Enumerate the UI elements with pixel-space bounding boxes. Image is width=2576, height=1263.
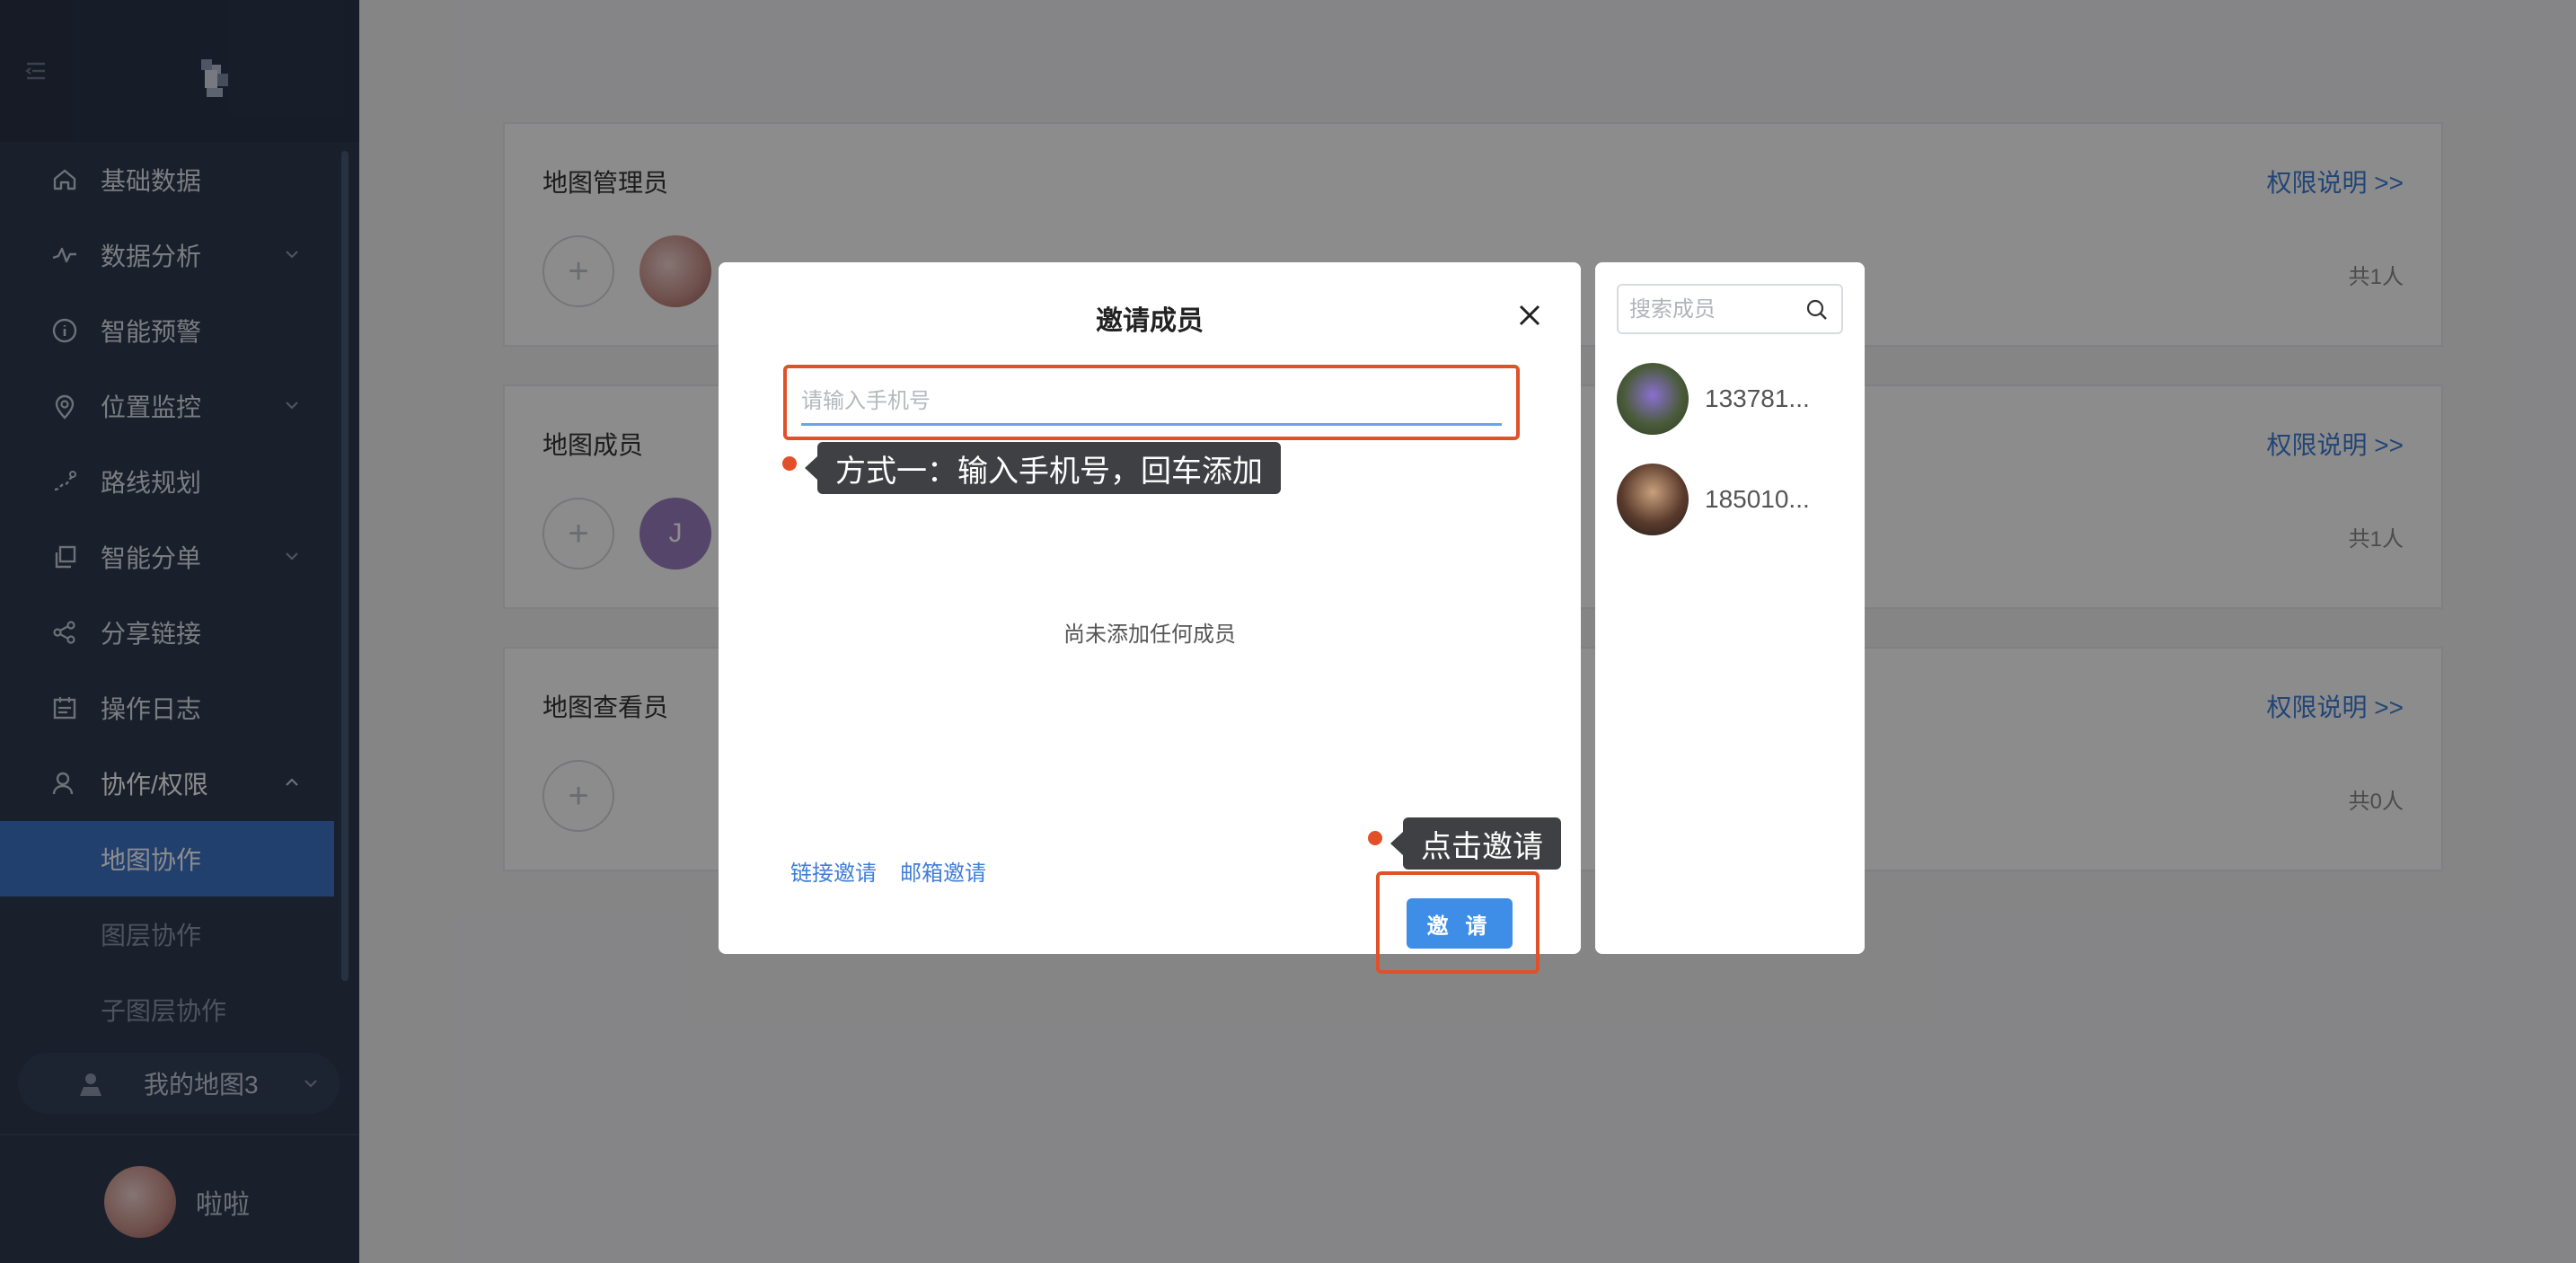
- member-search: [1617, 284, 1843, 334]
- search-icon[interactable]: [1805, 298, 1829, 322]
- phone-input[interactable]: [801, 379, 1502, 426]
- invite-button-highlight: 邀 请: [1376, 871, 1539, 974]
- avatar: [1617, 464, 1689, 535]
- tip-dot: [782, 456, 797, 471]
- invite-button[interactable]: 邀 请: [1407, 898, 1513, 949]
- dialog-title: 邀请成员: [1096, 306, 1204, 336]
- member-name: 133781...: [1705, 384, 1810, 412]
- tip-dot: [1368, 831, 1382, 845]
- avatar: [1617, 363, 1689, 435]
- tip-click-invite: 点击邀请: [1390, 817, 1561, 870]
- search-input[interactable]: [1629, 295, 1800, 325]
- invite-methods: 链接邀请 邮箱邀请: [790, 855, 986, 887]
- close-icon[interactable]: [1516, 302, 1543, 329]
- phone-input-highlight: [783, 365, 1520, 440]
- member-list-panel: 133781... 185010...: [1595, 262, 1865, 954]
- empty-members-text: 尚未添加任何成员: [1063, 623, 1236, 647]
- list-item[interactable]: 185010...: [1617, 464, 1810, 535]
- link-invite-button[interactable]: 链接邀请: [790, 855, 877, 887]
- member-name: 185010...: [1705, 485, 1810, 513]
- email-invite-button[interactable]: 邮箱邀请: [900, 855, 986, 887]
- list-item[interactable]: 133781...: [1617, 363, 1810, 435]
- tip-method-one: 方式一：输入手机号，回车添加: [805, 442, 1281, 494]
